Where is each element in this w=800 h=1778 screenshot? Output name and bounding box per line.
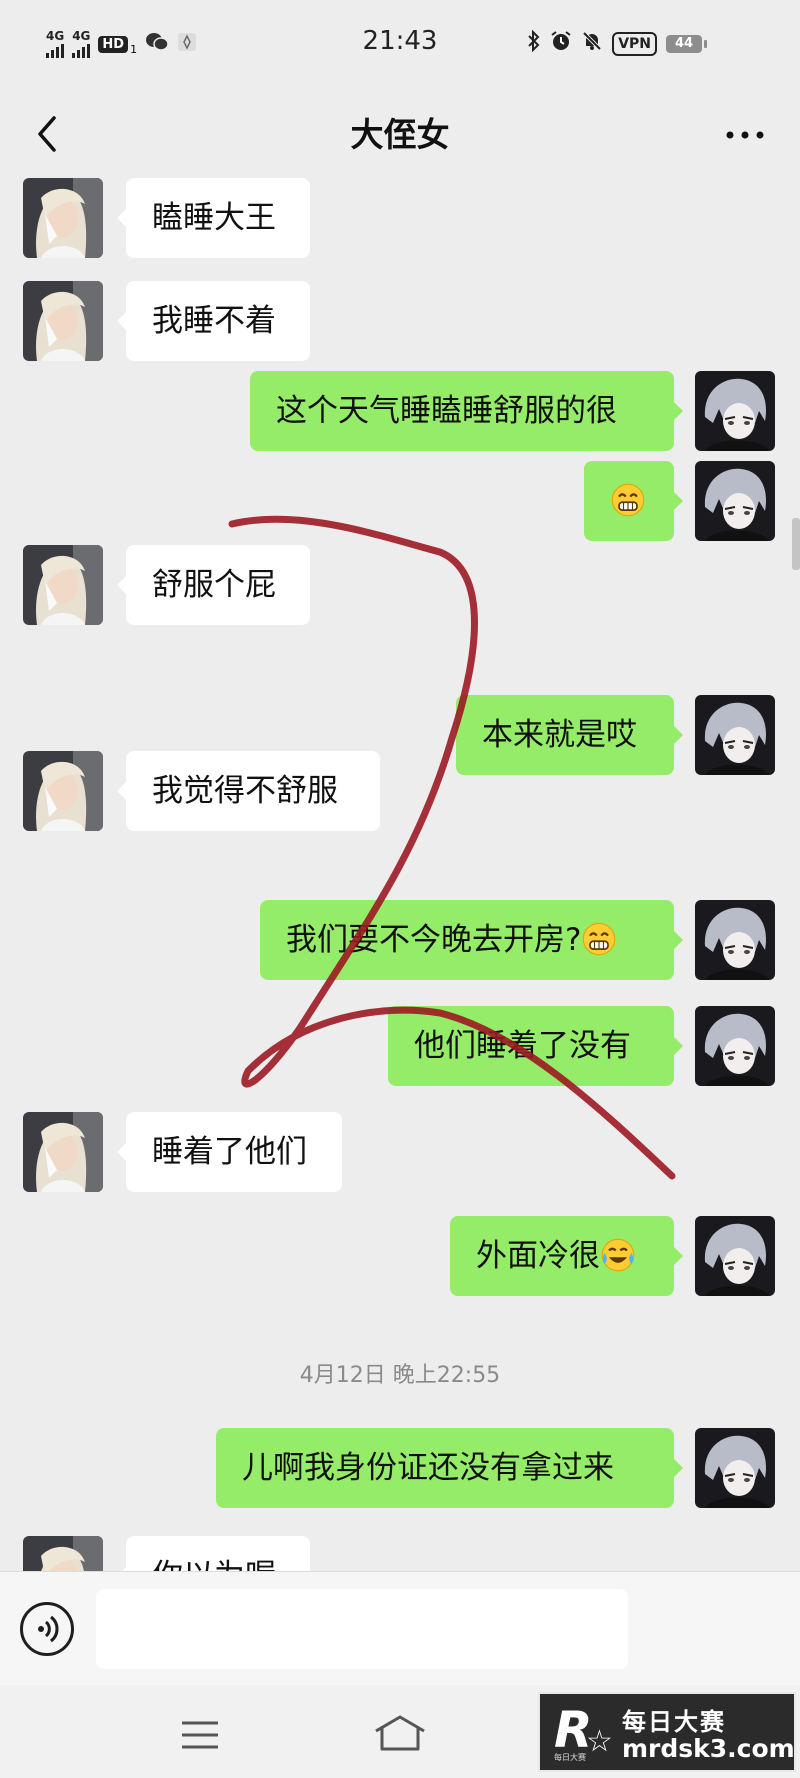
my-avatar[interactable] [695,1428,775,1508]
message-input[interactable] [96,1589,628,1669]
incoming-message[interactable]: 你以为喔 [117,1536,310,1571]
bell-off-icon [581,30,603,57]
alarm-icon [550,30,572,57]
outgoing-message[interactable]: 这个天气睡瞌睡舒服的很 [250,371,683,451]
incoming-message[interactable]: 舒服个屁 [117,545,310,625]
voice-icon [38,1615,59,1643]
my-avatar[interactable] [695,371,775,451]
home-icon [375,1715,425,1751]
incoming-message[interactable]: 我觉得不舒服 [117,751,380,831]
message-text: 本来就是哎 [482,717,637,753]
input-bar [0,1571,800,1686]
incoming-message[interactable]: 我睡不着 [117,281,310,361]
outgoing-message[interactable]: 我们要不今晚去开房? [260,900,683,980]
message-text: 他们睡着了没有 [414,1028,631,1064]
contact-avatar[interactable] [23,751,103,831]
scrollbar-thumb[interactable] [792,518,800,570]
home-button[interactable] [372,1713,428,1753]
incoming-message[interactable]: 睡着了他们 [117,1112,342,1192]
chat-message-list[interactable]: 4月12日 晚上22:55 瞌睡大王我睡不着这个天气睡瞌睡舒服的很舒服个屁本来就… [0,178,800,1571]
time-divider: 4月12日 晚上22:55 [299,1363,501,1388]
grin-emoji-icon [581,922,617,958]
contact-avatar[interactable] [23,1536,103,1571]
contact-avatar[interactable] [23,545,103,625]
vpn-badge: VPN [612,31,657,56]
message-text: 瞌睡大王 [152,200,276,236]
outgoing-message[interactable]: 他们睡着了没有 [388,1006,683,1086]
message-text: 我们要不今晚去开房? [286,922,582,958]
more-button[interactable] [720,120,770,150]
outgoing-message[interactable]: 儿啊我身份证还没有拿过来 [216,1428,683,1508]
my-avatar[interactable] [695,900,775,980]
chat-header: 大侄女 [0,90,800,179]
contact-avatar[interactable] [23,1112,103,1192]
message-text: 舒服个屁 [152,567,276,603]
menu-button[interactable] [180,1719,220,1751]
my-avatar[interactable] [695,461,775,541]
watermark-title: 每日大赛 [622,1708,726,1736]
status-bar: 4G 4G HD 1 21:43 VPN 44 [0,0,800,90]
outgoing-message[interactable]: 外面冷很 [450,1216,683,1296]
chat-title: 大侄女 [350,115,450,154]
status-right: VPN 44 [527,29,707,57]
contact-avatar[interactable] [23,281,103,361]
message-text: 儿啊我身份证还没有拿过来 [242,1450,614,1486]
watermark-logo-sub: 每日大赛 [554,1753,586,1762]
outgoing-message[interactable] [584,461,683,541]
star-icon: ☆ [586,1724,613,1759]
contact-avatar[interactable] [23,178,103,258]
cry-laugh-emoji-icon [600,1238,636,1274]
voice-button[interactable] [20,1602,74,1656]
grin-emoji-icon [610,483,646,519]
message-text: 我睡不着 [152,303,276,339]
battery-icon: 44 [666,34,707,53]
bluetooth-icon [527,29,541,57]
watermark-url: mrdsk3.com [622,1734,795,1763]
message-text: 这个天气睡瞌睡舒服的很 [276,393,617,429]
message-text: 你以为喔 [152,1558,276,1571]
incoming-message[interactable]: 瞌睡大王 [117,178,310,258]
menu-icon [182,1721,218,1749]
my-avatar[interactable] [695,1006,775,1086]
message-text: 外面冷很 [476,1238,600,1274]
my-avatar[interactable] [695,1216,775,1296]
my-avatar[interactable] [695,695,775,775]
watermark-logo: R ☆ 每日大赛 每日大赛 mrdsk3.com [538,1692,796,1772]
message-text: 睡着了他们 [152,1134,307,1170]
outgoing-message[interactable]: 本来就是哎 [456,695,683,775]
more-dots-icon [726,131,764,139]
message-text: 我觉得不舒服 [152,773,338,809]
